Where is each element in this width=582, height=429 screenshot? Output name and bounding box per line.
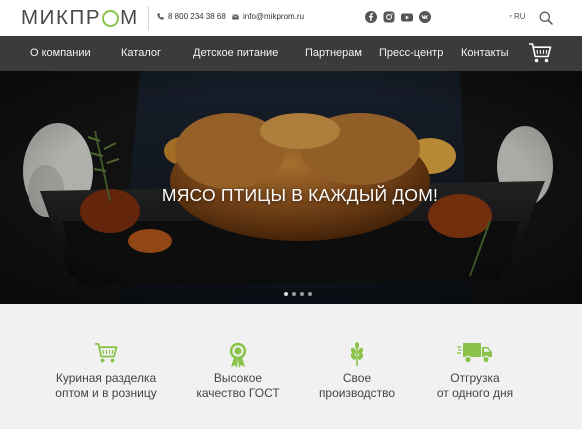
- nav-item-catalog[interactable]: Каталог: [121, 36, 161, 71]
- hero-title: МЯСО ПТИЦЫ В КАЖДЫЙ ДОМ!: [161, 185, 439, 205]
- phone-link[interactable]: 8 800 234 38 68: [157, 12, 226, 21]
- logo-text-start: МИКПР: [21, 6, 102, 29]
- chevron-down-icon: ▾: [509, 14, 513, 20]
- email-address: info@mikprom.ru: [243, 12, 305, 21]
- cart-icon: [95, 343, 118, 363]
- feature-line: оптом и в розницу: [55, 385, 157, 400]
- nav-item-about[interactable]: О компании: [30, 36, 91, 71]
- nav-item-baby-food[interactable]: Детское питание: [193, 36, 278, 71]
- header-divider: [148, 6, 149, 30]
- truck-icon: [457, 343, 492, 364]
- features-section: Куриная разделка оптом и в розницу Высок…: [0, 304, 582, 429]
- cart-icon[interactable]: [528, 42, 552, 64]
- youtube-icon[interactable]: [401, 11, 413, 23]
- instagram-icon[interactable]: [383, 11, 395, 23]
- hero-slider[interactable]: МЯСО ПТИЦЫ В КАЖДЫЙ ДОМ!: [0, 71, 582, 304]
- award-icon: [229, 342, 247, 368]
- feature-line: от одного дня: [436, 385, 514, 400]
- wheat-icon: [350, 342, 364, 366]
- phone-number: 8 800 234 38 68: [168, 12, 226, 21]
- feature-text: Отгрузка от одного дня: [405, 371, 545, 400]
- language-label: RU: [514, 12, 526, 21]
- language-switcher[interactable]: ▾ RU: [509, 12, 526, 21]
- feature-line: Отгрузка: [450, 371, 500, 385]
- nav-item-contacts[interactable]: Контакты: [461, 36, 509, 71]
- slider-dot[interactable]: [308, 292, 312, 296]
- facebook-icon[interactable]: [365, 11, 377, 23]
- feature-text: Куриная разделка оптом и в розницу: [36, 371, 176, 400]
- logo-o-ring-icon: [102, 9, 120, 27]
- slider-dot[interactable]: [300, 292, 304, 296]
- email-link[interactable]: info@mikprom.ru: [232, 12, 304, 21]
- slider-dot[interactable]: [284, 292, 288, 296]
- logo[interactable]: МИКПР М: [21, 6, 139, 29]
- vk-icon[interactable]: [419, 11, 431, 23]
- phone-icon: [157, 13, 164, 20]
- slider-pagination: [284, 292, 312, 296]
- nav-item-press-center[interactable]: Пресс-центр: [379, 36, 443, 71]
- search-icon[interactable]: [539, 11, 553, 25]
- nav-item-partners[interactable]: Партнерам: [305, 36, 362, 71]
- feature-line: Куриная разделка: [55, 371, 157, 385]
- slider-dot[interactable]: [292, 292, 296, 296]
- top-bar: МИКПР М 8 800 234 38 68 info@mikprom.ru ▾…: [0, 0, 582, 36]
- main-navigation: О компании Каталог Детское питание Партн…: [0, 36, 582, 71]
- mail-icon: [232, 14, 239, 19]
- logo-text-end: М: [120, 6, 139, 29]
- social-links: [365, 11, 431, 23]
